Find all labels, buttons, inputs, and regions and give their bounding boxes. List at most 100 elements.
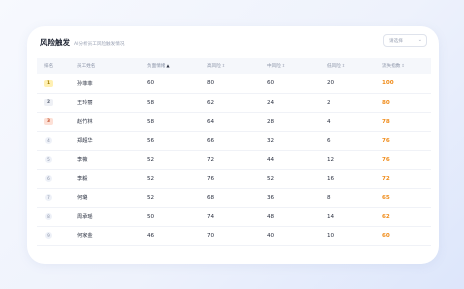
score-value: 76 (382, 150, 431, 170)
rank-cell: 5 (37, 150, 77, 170)
low-value: 20 (327, 74, 382, 94)
card-header: 风险触发 AI分析员工风险触发情况 (40, 37, 124, 48)
sort-icon[interactable]: ⇕ (342, 63, 346, 68)
filter-select-placeholder: 请选择 (389, 38, 403, 44)
card-title: 风险触发 (40, 38, 70, 47)
mid-value: 24 (267, 93, 327, 113)
score-value: 72 (382, 169, 431, 189)
header-label: 流失指数 (382, 64, 401, 69)
rank-number: 4 (45, 137, 52, 144)
sort-icon[interactable]: ⇕ (401, 63, 405, 68)
low-value: 6 (327, 131, 382, 151)
table-row[interactable]: 3 赵竹林 58 64 28 4 78 (37, 112, 431, 132)
table-row[interactable]: 7 何璐 52 68 36 8 65 (37, 188, 431, 208)
chevron-down-icon: ⌄ (417, 37, 422, 43)
rank-cell: 2 (37, 93, 77, 113)
rank-cell: 8 (37, 207, 77, 227)
employee-name: 王玲丽 (77, 93, 147, 113)
header-high-col[interactable]: 高风险⇕ (207, 58, 267, 74)
rank-number: 7 (45, 194, 52, 201)
negative-value: 52 (147, 169, 207, 189)
employee-name: 李毅 (77, 169, 147, 189)
rank-cell: 9 (37, 226, 77, 246)
mid-value: 44 (267, 150, 327, 170)
rank-number: 8 (45, 213, 52, 220)
rank-cell: 6 (37, 169, 77, 189)
rank-number: 9 (45, 232, 52, 239)
score-value: 60 (382, 226, 431, 246)
sort-icon[interactable]: ⇕ (222, 63, 226, 68)
rank-medal-icon: 3 (44, 118, 53, 125)
employee-name: 赵竹林 (77, 112, 147, 132)
rank-cell: 1 (37, 74, 77, 94)
high-value: 72 (207, 150, 267, 170)
table-header-row: 排名 员工姓名 负面情绪▲ 高风险⇕ 中风险⇕ 低风险⇕ 流失指数⇕ (37, 58, 431, 74)
employee-name: 孙菲菲 (77, 74, 147, 94)
high-value: 68 (207, 188, 267, 208)
employee-name: 周承瑶 (77, 207, 147, 227)
table-row[interactable]: 9 何家金 46 70 40 10 60 (37, 226, 431, 246)
rank-number: 6 (45, 175, 52, 182)
table-row[interactable]: 6 李毅 52 76 52 16 72 (37, 169, 431, 189)
sort-icon[interactable]: ▲ (166, 63, 169, 68)
rank-cell: 7 (37, 188, 77, 208)
mid-value: 28 (267, 112, 327, 132)
header-label: 排名 (44, 64, 54, 69)
rank-cell: 3 (37, 112, 77, 132)
table-row[interactable]: 2 王玲丽 58 62 24 2 80 (37, 93, 431, 113)
header-negative-col[interactable]: 负面情绪▲ (147, 58, 207, 74)
mid-value: 48 (267, 207, 327, 227)
score-value: 80 (382, 93, 431, 113)
score-value: 78 (382, 112, 431, 132)
mid-value: 52 (267, 169, 327, 189)
score-value: 100 (382, 74, 431, 94)
header-score-col[interactable]: 流失指数⇕ (382, 58, 431, 74)
low-value: 8 (327, 188, 382, 208)
sort-icon[interactable]: ⇕ (282, 63, 286, 68)
risk-card: 风险触发 AI分析员工风险触发情况 请选择 ⌄ 排名 员工姓名 负面情绪▲ 高风险⇕ 中… (27, 26, 439, 264)
header-low-col[interactable]: 低风险⇕ (327, 58, 382, 74)
high-value: 74 (207, 207, 267, 227)
negative-value: 52 (147, 150, 207, 170)
risk-table: 排名 员工姓名 负面情绪▲ 高风险⇕ 中风险⇕ 低风险⇕ 流失指数⇕ 1 孙菲菲 60 80 60 2… (37, 58, 431, 246)
rank-medal-icon: 2 (44, 99, 53, 106)
score-value: 76 (382, 131, 431, 151)
mid-value: 60 (267, 74, 327, 94)
employee-name: 李薇 (77, 150, 147, 170)
high-value: 80 (207, 74, 267, 94)
mid-value: 36 (267, 188, 327, 208)
negative-value: 58 (147, 93, 207, 113)
low-value: 10 (327, 226, 382, 246)
rank-medal-icon: 1 (44, 79, 53, 87)
mid-value: 40 (267, 226, 327, 246)
negative-value: 46 (147, 226, 207, 246)
table-row[interactable]: 8 周承瑶 50 74 48 14 62 (37, 207, 431, 227)
low-value: 14 (327, 207, 382, 227)
negative-value: 56 (147, 131, 207, 151)
table-row[interactable]: 4 郑超华 56 66 32 6 76 (37, 131, 431, 151)
header-label: 低风险 (327, 64, 341, 69)
high-value: 76 (207, 169, 267, 189)
high-value: 66 (207, 131, 267, 151)
header-name-col: 员工姓名 (77, 58, 147, 74)
negative-value: 60 (147, 74, 207, 94)
table-row[interactable]: 1 孙菲菲 60 80 60 20 100 (37, 74, 431, 94)
header-label: 高风险 (207, 64, 221, 69)
low-value: 12 (327, 150, 382, 170)
score-value: 65 (382, 188, 431, 208)
header-mid-col[interactable]: 中风险⇕ (267, 58, 327, 74)
table-row[interactable]: 5 李薇 52 72 44 12 76 (37, 150, 431, 170)
low-value: 2 (327, 93, 382, 113)
header-rank-col: 排名 (37, 58, 77, 74)
employee-name: 郑超华 (77, 131, 147, 151)
low-value: 4 (327, 112, 382, 132)
negative-value: 58 (147, 112, 207, 132)
rank-cell: 4 (37, 131, 77, 151)
high-value: 70 (207, 226, 267, 246)
employee-name: 何璐 (77, 188, 147, 208)
filter-select[interactable]: 请选择 ⌄ (383, 34, 427, 47)
header-label: 中风险 (267, 64, 281, 69)
high-value: 62 (207, 93, 267, 113)
rank-number: 5 (45, 156, 52, 163)
header-label: 负面情绪 (147, 64, 166, 69)
